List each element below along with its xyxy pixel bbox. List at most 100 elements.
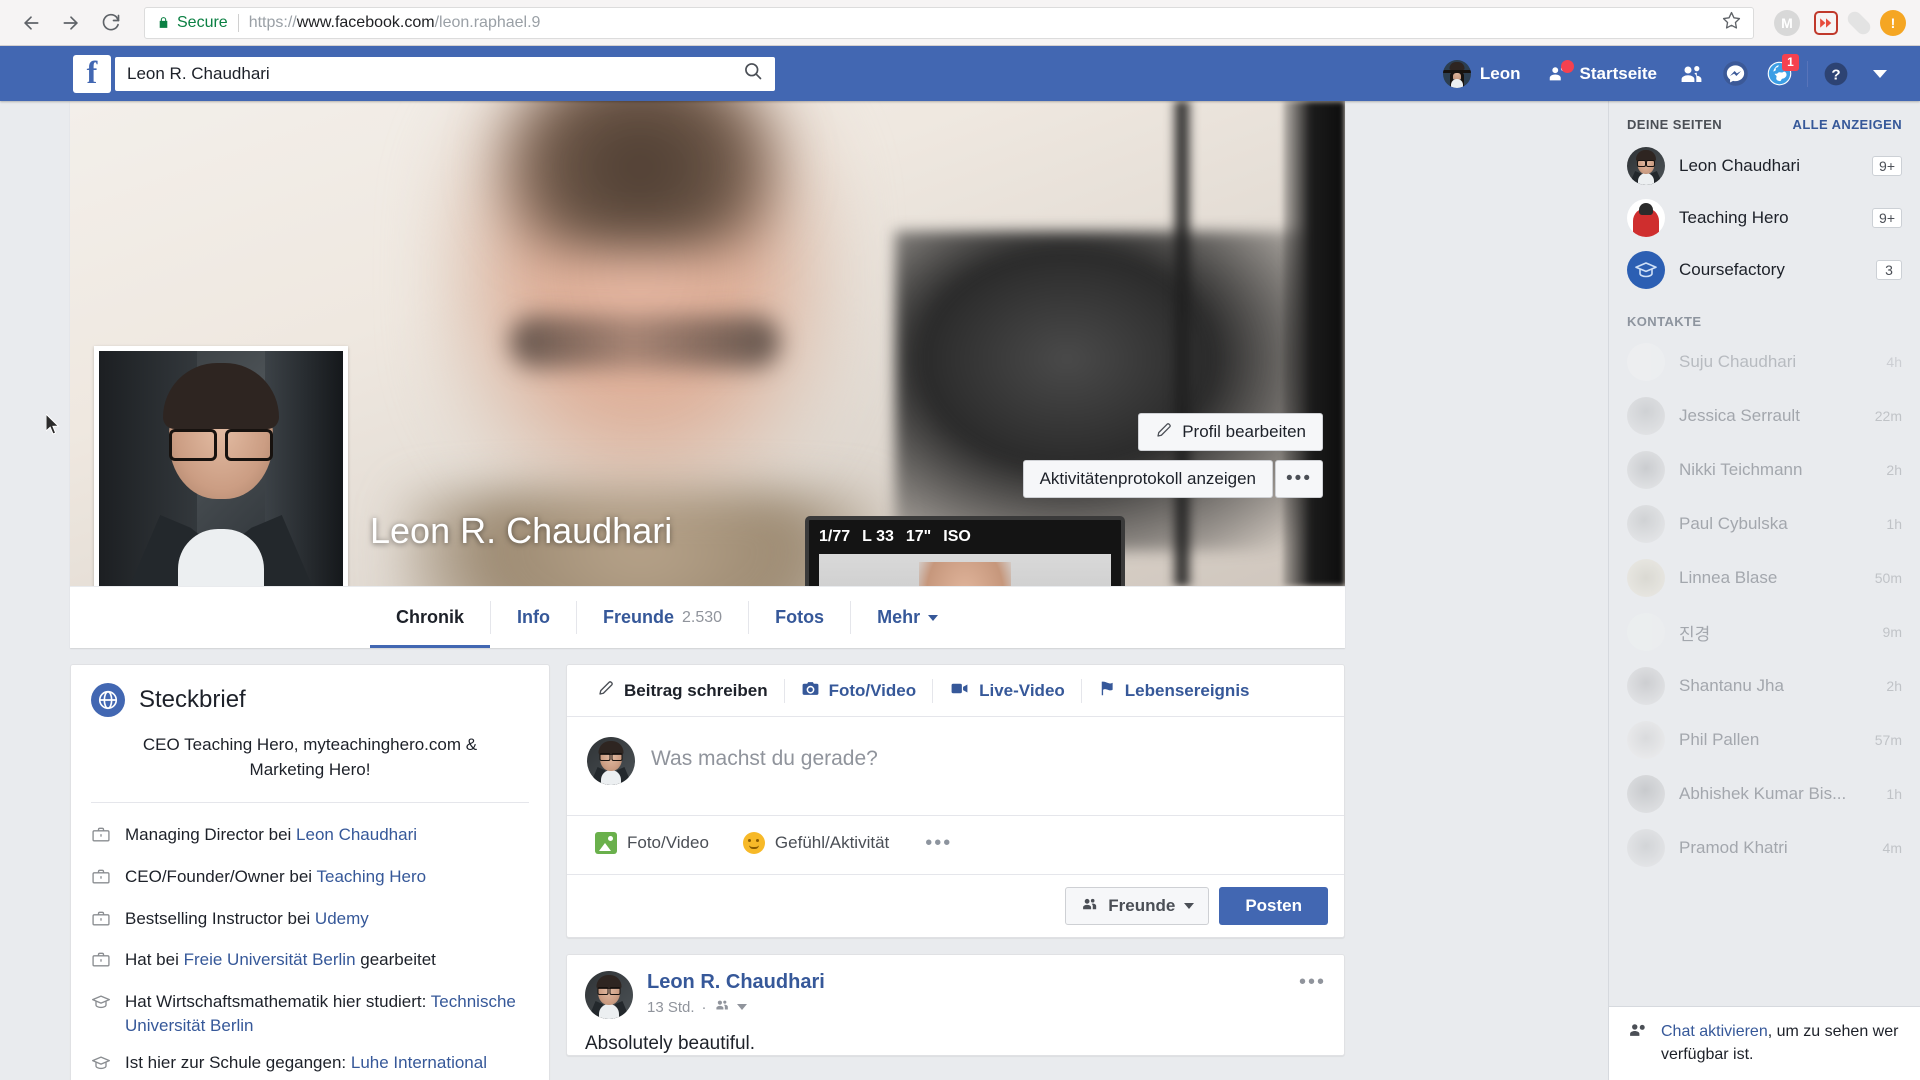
list-item[interactable]: Suju Chaudhari 4h bbox=[1609, 335, 1920, 389]
back-arrow-icon[interactable] bbox=[14, 6, 48, 40]
address-bar[interactable]: Secure https://www.facebook.com/leon.rap… bbox=[144, 6, 1754, 39]
list-item-link[interactable]: Udemy bbox=[315, 909, 369, 928]
pencil-icon bbox=[1155, 421, 1173, 444]
more-options-button[interactable]: ••• bbox=[1275, 460, 1323, 498]
audience-selector[interactable]: Freunde bbox=[1065, 887, 1210, 925]
list-item-link[interactable]: Freie Universität Berlin bbox=[184, 950, 356, 969]
contact-time: 1h bbox=[1886, 516, 1902, 532]
warning-extension-icon[interactable]: ! bbox=[1880, 9, 1906, 36]
chevron-down-icon[interactable] bbox=[736, 1004, 747, 1010]
composer-tab-live[interactable]: Live-Video bbox=[933, 665, 1081, 716]
contact-status-icon bbox=[1625, 1021, 1649, 1046]
composer-tab-lifeevent-label: Lebensereignis bbox=[1124, 680, 1250, 700]
list-item[interactable]: 진경 9m bbox=[1609, 605, 1920, 659]
search-icon[interactable] bbox=[743, 61, 763, 86]
messenger-button[interactable] bbox=[1713, 54, 1757, 94]
contact-time: 22m bbox=[1874, 408, 1902, 424]
post-author[interactable]: Leon R. Chaudhari bbox=[647, 971, 825, 994]
center-column: 1/77 L 33 17" ISO Profil bearbeiten Akti… bbox=[70, 101, 1610, 1080]
tab-freunde-count: 2.530 bbox=[682, 608, 723, 626]
composer-card: Beitrag schreiben Foto/Video Live-Video … bbox=[566, 664, 1345, 938]
profile-nav-button[interactable]: Leon bbox=[1431, 54, 1533, 94]
secure-label: Secure bbox=[177, 13, 228, 31]
tab-fotos-label: Fotos bbox=[775, 607, 825, 627]
intro-list: Managing Director bei Leon Chaudhari CEO… bbox=[71, 803, 549, 1080]
fast-forward-extension-icon[interactable] bbox=[1814, 10, 1838, 35]
composer-tab-status[interactable]: Beitrag schreiben bbox=[581, 665, 784, 716]
tab-fotos[interactable]: Fotos bbox=[749, 587, 850, 648]
bookmark-star-icon[interactable] bbox=[1722, 11, 1741, 35]
list-item-link[interactable]: Teaching Hero bbox=[317, 867, 427, 886]
search-input[interactable]: Leon R. Chaudhari bbox=[115, 56, 775, 91]
list-item[interactable]: Shantanu Jha 2h bbox=[1609, 659, 1920, 713]
status-badge: 9+ bbox=[1872, 208, 1902, 228]
attach-photo-button[interactable]: Foto/Video bbox=[583, 824, 721, 862]
list-item[interactable]: Pramod Khatri 4m bbox=[1609, 821, 1920, 875]
tab-chronik[interactable]: Chronik bbox=[370, 587, 491, 648]
post-button[interactable]: Posten bbox=[1219, 887, 1328, 925]
composer-more-button[interactable]: ••• bbox=[911, 826, 966, 861]
composer-footer: Freunde Posten bbox=[567, 874, 1344, 937]
composer-body[interactable]: Was machst du gerade? bbox=[567, 717, 1344, 815]
camera-icon bbox=[801, 679, 820, 703]
avatar[interactable] bbox=[585, 971, 633, 1019]
friend-requests-button[interactable] bbox=[1669, 54, 1713, 94]
contact-name: Jessica Serrault bbox=[1679, 406, 1800, 425]
friend-requests-icon[interactable] bbox=[1545, 59, 1574, 85]
list-item-link[interactable]: Leon Chaudhari bbox=[296, 825, 417, 844]
briefcase-icon bbox=[91, 867, 111, 895]
sidebar-item-label: Leon Chaudhari bbox=[1679, 156, 1800, 175]
list-item-text: Managing Director bei Leon Chaudhari bbox=[125, 823, 417, 848]
composer-tab-lifeevent[interactable]: Lebensereignis bbox=[1082, 665, 1266, 716]
help-button[interactable]: ? bbox=[1814, 54, 1858, 94]
avatar bbox=[1627, 199, 1665, 237]
avatar bbox=[1627, 721, 1665, 759]
profile-picture[interactable] bbox=[94, 346, 348, 586]
composer-tab-photo[interactable]: Foto/Video bbox=[785, 665, 933, 716]
list-item[interactable]: Abhishek Kumar Bis... 1h bbox=[1609, 767, 1920, 821]
clip-extension-icon[interactable] bbox=[1844, 8, 1874, 37]
list-item-text: Ist hier zur Schule gegangen: Luhe Inter… bbox=[125, 1051, 529, 1080]
edit-profile-button[interactable]: Profil bearbeiten bbox=[1138, 413, 1323, 451]
page-body: 1/77 L 33 17" ISO Profil bearbeiten Akti… bbox=[0, 101, 1920, 1080]
list-item[interactable]: Jessica Serrault 22m bbox=[1609, 389, 1920, 443]
feeling-activity-label: Gefühl/Aktivität bbox=[774, 833, 890, 852]
home-nav-button[interactable]: Startseite bbox=[1533, 54, 1669, 94]
avatar bbox=[1627, 829, 1665, 867]
post-header: Leon R. Chaudhari 13 Std. · ••• bbox=[567, 955, 1344, 1027]
tab-freunde[interactable]: Freunde 2.530 bbox=[577, 587, 748, 648]
reload-icon[interactable] bbox=[94, 6, 128, 40]
tab-mehr[interactable]: Mehr bbox=[851, 587, 964, 648]
left-gutter bbox=[0, 101, 70, 1080]
sidebar-item-coursefactory[interactable]: Coursefactory 3 bbox=[1609, 244, 1920, 296]
forward-arrow-icon[interactable] bbox=[54, 6, 88, 40]
account-menu-button[interactable] bbox=[1858, 54, 1902, 94]
composer-tab-photo-label: Foto/Video bbox=[828, 680, 917, 700]
pages-see-all-link[interactable]: ALLE ANZEIGEN bbox=[1793, 117, 1902, 132]
camera-shutter-value: 1/77 bbox=[819, 528, 851, 545]
cover-photo[interactable]: 1/77 L 33 17" ISO Profil bearbeiten Akti… bbox=[70, 101, 1345, 586]
contact-name: Nikki Teichmann bbox=[1679, 460, 1803, 479]
post-time[interactable]: 13 Std. bbox=[647, 999, 695, 1016]
list-item[interactable]: Linnea Blase 50m bbox=[1609, 551, 1920, 605]
facebook-logo[interactable]: f bbox=[73, 54, 111, 93]
list-item[interactable]: Phil Pallen 57m bbox=[1609, 713, 1920, 767]
notifications-button[interactable]: 1 bbox=[1757, 53, 1801, 94]
sidebar-item-leon-chaudhari[interactable]: Leon Chaudhari 9+ bbox=[1609, 140, 1920, 192]
feeling-activity-button[interactable]: Gefühl/Aktivität bbox=[731, 824, 901, 862]
composer-input[interactable]: Was machst du gerade? bbox=[651, 737, 878, 771]
mailto-extension-icon[interactable]: M bbox=[1774, 9, 1800, 36]
post-options-button[interactable]: ••• bbox=[1299, 971, 1326, 994]
url-path: /leon.raphael.9 bbox=[434, 13, 541, 31]
sidebar-item-teaching-hero[interactable]: Teaching Hero 9+ bbox=[1609, 192, 1920, 244]
activity-log-button[interactable]: Aktivitätenprotokoll anzeigen bbox=[1022, 460, 1273, 498]
composer-action-row: Foto/Video Gefühl/Aktivität ••• bbox=[567, 815, 1344, 874]
list-item[interactable]: Nikki Teichmann 2h bbox=[1609, 443, 1920, 497]
list-item[interactable]: Paul Cybulska 1h bbox=[1609, 497, 1920, 551]
friends-icon bbox=[714, 998, 730, 1016]
contact-name: Linnea Blase bbox=[1679, 568, 1778, 587]
chat-activation-link[interactable]: Chat aktivieren bbox=[1661, 1023, 1768, 1040]
tab-info[interactable]: Info bbox=[491, 587, 576, 648]
status-badge: 3 bbox=[1876, 260, 1902, 280]
cover-dark-edge bbox=[1283, 101, 1345, 586]
